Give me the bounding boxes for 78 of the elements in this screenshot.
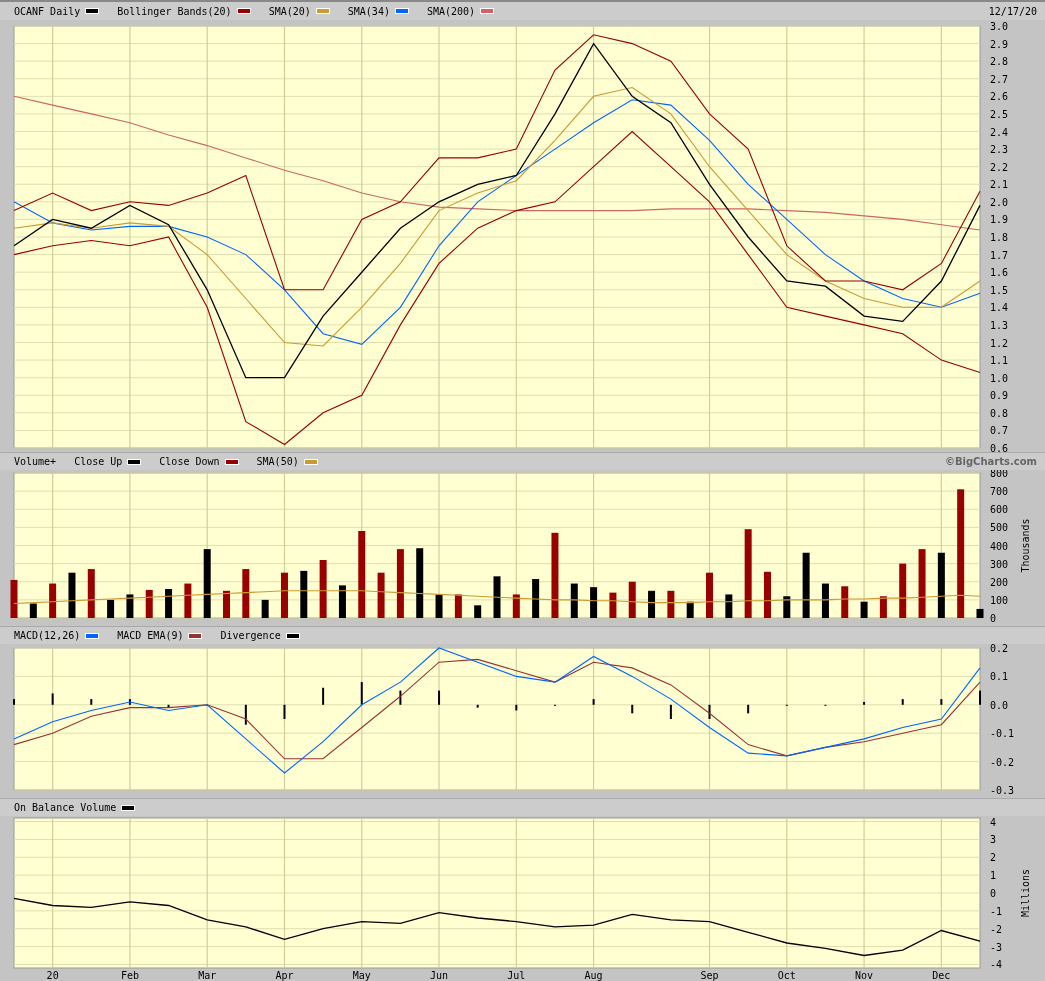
legend-label: MACD(12,26) bbox=[14, 630, 81, 641]
legend-label: Volume+ bbox=[14, 456, 57, 467]
axis-tick-label: Nov bbox=[855, 970, 874, 981]
axis-tick-label: 3.0 bbox=[990, 21, 1009, 32]
axis-tick-label: 0.8 bbox=[990, 407, 1009, 419]
axis-tick-label: 2.4 bbox=[990, 126, 1009, 138]
axis-tick-label: 600 bbox=[990, 504, 1009, 516]
legend-label: SMA(20) bbox=[268, 5, 311, 17]
axis-tick-label: -4 bbox=[990, 959, 1003, 971]
axis-tick-label: 1.2 bbox=[990, 337, 1009, 349]
axis-tick-label: 2.6 bbox=[990, 91, 1009, 103]
axis-tick-label: 0.7 bbox=[990, 425, 1009, 437]
axis-tick-label: 2.0 bbox=[990, 196, 1009, 208]
axis-tick-label: 700 bbox=[990, 486, 1009, 498]
legend-label: SMA(200) bbox=[426, 5, 476, 17]
axis-tick-label: 20 bbox=[46, 970, 59, 981]
axis-tick-label: 800 bbox=[990, 470, 1009, 479]
axis-tick-label: Apr bbox=[275, 970, 294, 981]
legend-label: Divergence bbox=[220, 630, 281, 641]
axis-tick-label: 0.9 bbox=[990, 390, 1009, 402]
axis-tick-label: 2.1 bbox=[990, 179, 1009, 191]
axis-tick-label: -0.3 bbox=[990, 785, 1015, 796]
chart-date: 12/17/20 bbox=[988, 5, 1037, 17]
legend-label: MACD EMA(9) bbox=[117, 630, 184, 641]
axis-tick-label: 400 bbox=[990, 540, 1009, 552]
axis-tick-label: Oct bbox=[777, 970, 796, 981]
axis-tick-label: Jun bbox=[430, 970, 449, 981]
axis-tick-label: 0.0 bbox=[990, 699, 1009, 711]
axis-tick-label: 0 bbox=[990, 613, 997, 624]
legend-label: Close Up bbox=[74, 456, 123, 467]
axis-tick-label: 0.1 bbox=[990, 671, 1009, 683]
axis-tick-label: -0.1 bbox=[990, 728, 1015, 740]
axis-title: Millions bbox=[1020, 868, 1031, 918]
legend-label: On Balance Volume bbox=[14, 802, 117, 813]
axis-tick-label: May bbox=[352, 970, 371, 981]
axis-tick-label: 2.7 bbox=[990, 73, 1009, 85]
axis-tick-label: Mar bbox=[198, 970, 217, 981]
axis-tick-label: Aug bbox=[584, 970, 603, 981]
legend-label: SMA(50) bbox=[256, 456, 299, 467]
axis-tick-label: 500 bbox=[990, 522, 1009, 534]
axis-tick-label: 300 bbox=[990, 558, 1009, 570]
axis-tick-label: 4 bbox=[990, 816, 997, 828]
axis-tick-label: 2.3 bbox=[990, 144, 1009, 156]
axis-tick-label: 1.1 bbox=[990, 355, 1009, 367]
axis-title: Thousands bbox=[1020, 518, 1031, 573]
axis-tick-label: 2 bbox=[990, 852, 997, 864]
axis-tick-label: 100 bbox=[990, 594, 1009, 606]
legend-label: SMA(34) bbox=[347, 5, 390, 17]
axis-tick-label: 1.4 bbox=[990, 302, 1009, 314]
axis-tick-label: 1.6 bbox=[990, 267, 1009, 279]
axis-tick-label: 0.2 bbox=[990, 644, 1009, 654]
legend-label: OCANF Daily bbox=[14, 5, 81, 17]
axis-tick-label: 1 bbox=[990, 870, 997, 882]
legend-label: Bollinger Bands(20) bbox=[117, 5, 232, 17]
axis-tick-label: 2.2 bbox=[990, 161, 1009, 173]
axis-tick-label: Feb bbox=[120, 970, 139, 981]
axis-tick-label: -0.2 bbox=[990, 756, 1015, 768]
axis-tick-label: -1 bbox=[990, 905, 1003, 917]
axis-tick-label: 2.9 bbox=[990, 38, 1009, 50]
axis-tick-label: -3 bbox=[990, 941, 1003, 953]
copyright-text: ©BigCharts.com bbox=[944, 456, 1037, 467]
axis-tick-label: 2.5 bbox=[990, 108, 1009, 120]
axis-tick-label: 2.8 bbox=[990, 56, 1009, 68]
axis-tick-label: Jul bbox=[507, 970, 526, 981]
axis-tick-label: 3 bbox=[990, 834, 997, 846]
axis-tick-label: 1.7 bbox=[990, 249, 1009, 261]
axis-tick-label: 200 bbox=[990, 576, 1009, 588]
axis-tick-label: 1.8 bbox=[990, 232, 1009, 243]
axis-tick-label: 1.0 bbox=[990, 372, 1009, 384]
axis-tick-label: Sep bbox=[700, 970, 719, 981]
axis-tick-label: 0 bbox=[990, 888, 997, 899]
legend-label: Close Down bbox=[159, 456, 220, 467]
axis-tick-label: 0.6 bbox=[990, 443, 1009, 452]
axis-tick-label: Dec bbox=[932, 970, 951, 981]
axis-tick-label: 1.5 bbox=[990, 284, 1009, 296]
axis-tick-label: 1.3 bbox=[990, 319, 1009, 331]
axis-tick-label: 1.9 bbox=[990, 214, 1009, 226]
axis-tick-label: -2 bbox=[990, 923, 1003, 935]
